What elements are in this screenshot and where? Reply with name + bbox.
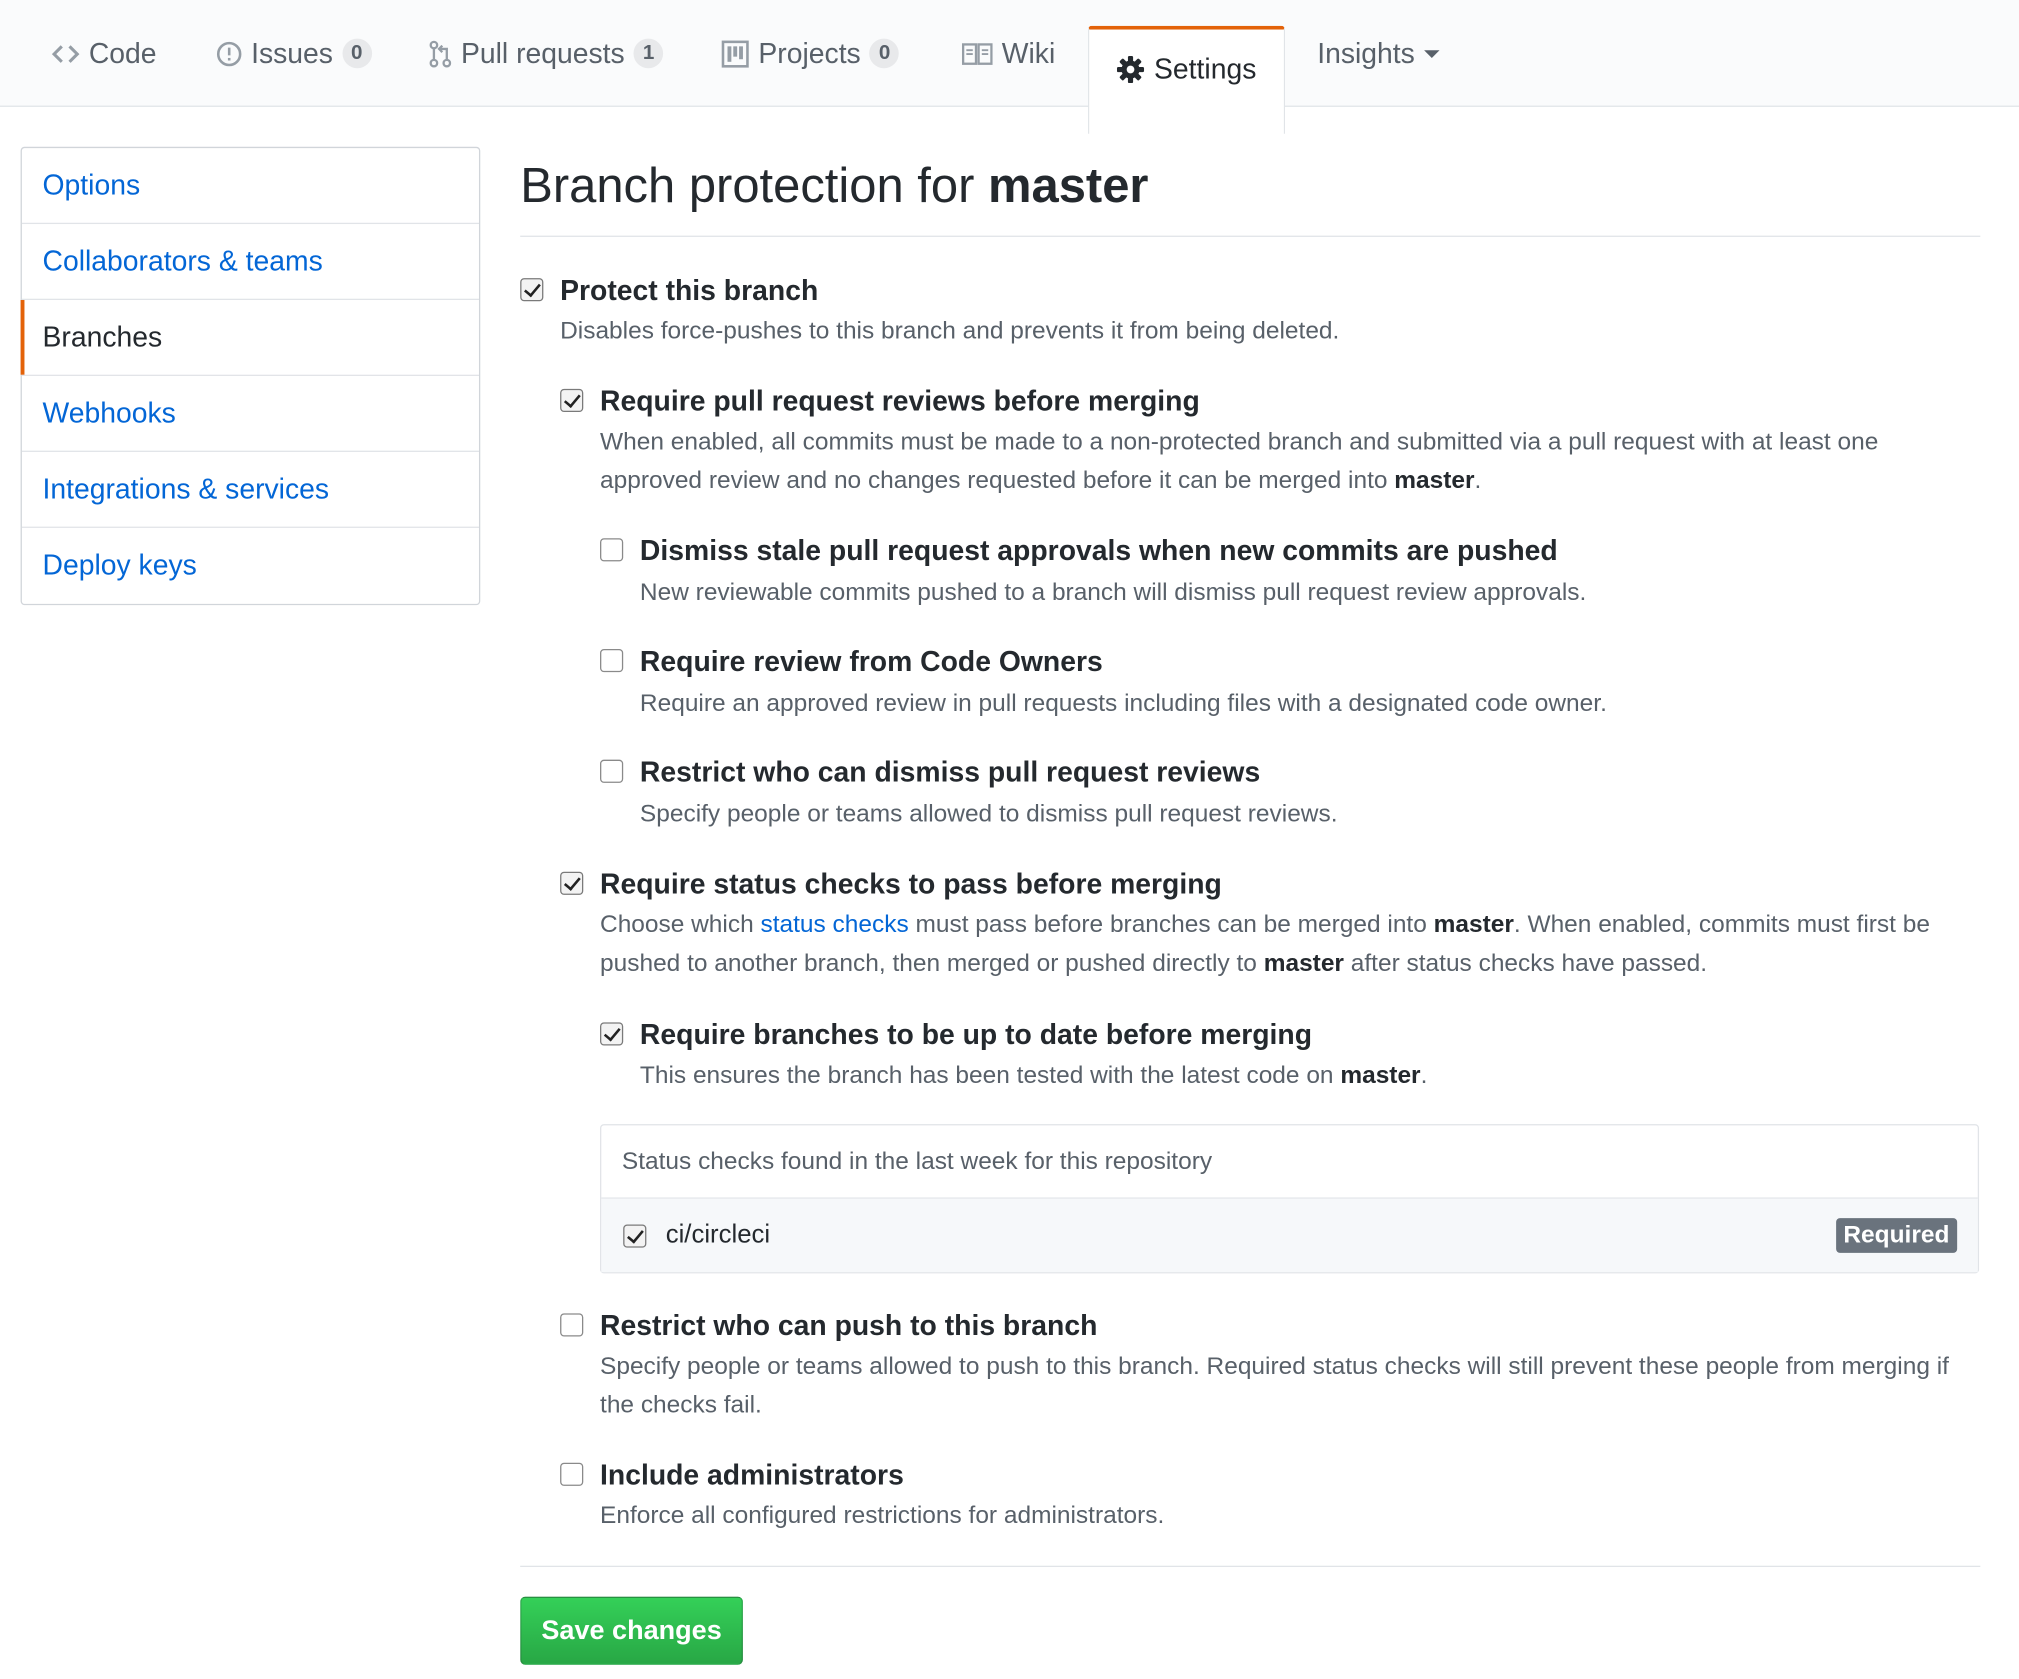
sidebar-item-label: Integrations & services [42,472,330,505]
sidebar-item-label: Options [42,168,141,201]
note-text: . [1474,467,1482,495]
book-icon [961,42,993,65]
up-to-date-note: This ensures the branch has been tested … [640,1057,1427,1096]
tab-label: Settings [1154,52,1257,85]
sidebar-item-options[interactable]: Options [21,148,479,225]
branch-name: master [1433,911,1514,939]
title-prefix: Branch protection for [520,159,988,214]
tab-label: Issues [251,36,333,69]
form-divider [520,1565,1981,1568]
note-text: after status checks have passed. [1343,950,1708,978]
main-content: Branch protection for master [520,147,1981,237]
tab-insights[interactable]: Insights [1317,0,1440,107]
status-check-checkbox[interactable] [623,1224,647,1248]
protect-branch-note: Disables force-pushes to this branch and… [560,318,1340,346]
tab-label: Pull requests [460,36,625,69]
restrict-push-note: Specify people or teams allowed to push … [600,1353,1949,1419]
code-owners-note: Require an approved review in pull reque… [639,690,1607,718]
sidebar-item-collaborators[interactable]: Collaborators & teams [21,224,479,301]
code-owners-checkbox[interactable] [600,648,624,673]
tab-label: Projects [758,36,861,69]
up-to-date-label[interactable]: Require branches to be up to date before… [640,1018,1312,1051]
note-text: must pass before branches can be merged … [908,911,1434,939]
require-reviews-label[interactable]: Require pull request reviews before merg… [600,385,1200,418]
include-admins-note: Enforce all configured restrictions for … [600,1502,1165,1530]
save-changes-button[interactable]: Save changes [520,1596,743,1665]
protect-branch-checkbox[interactable] [520,278,544,302]
sidebar-item-webhooks[interactable]: Webhooks [21,376,479,452]
require-reviews-checkbox[interactable] [560,388,584,413]
gear-icon [1117,55,1145,83]
tab-label: Wiki [1001,36,1056,69]
tab-label: Insights [1317,36,1415,69]
up-to-date-checkbox[interactable] [600,1022,624,1046]
required-badge: Required [1835,1218,1958,1253]
issue-opened-icon [216,41,242,67]
sidebar-item-label: Collaborators & teams [42,244,323,277]
tab-label: Code [88,36,157,69]
branch-name: master [1394,467,1475,495]
sidebar-item-branches[interactable]: Branches [20,300,479,376]
git-pull-request-icon [429,39,452,67]
note-text: Choose which [600,911,761,939]
tab-issues[interactable]: Issues 0 [216,0,372,107]
tab-settings[interactable]: Settings [1088,25,1286,134]
restrict-push-label[interactable]: Restrict who can push to this branch [600,1309,1097,1342]
pull-requests-counter: 1 [633,38,664,69]
repo-tabnav: Code Issues 0 Pull requests 1 Projects 0 [0,0,2019,134]
sidebar-item-label: Webhooks [42,396,176,429]
note-text: When enabled, all commits must be made t… [600,428,1879,495]
title-branch: master [987,159,1149,214]
project-icon [721,39,749,67]
dismiss-stale-label[interactable]: Dismiss stale pull request approvals whe… [640,534,1558,567]
note-text: . [1420,1062,1428,1090]
include-admins-label[interactable]: Include administrators [600,1459,904,1492]
restrict-dismiss-checkbox[interactable] [600,759,624,783]
sidebar-item-deploy-keys[interactable]: Deploy keys [22,528,479,604]
include-admins-checkbox[interactable] [560,1462,584,1486]
branch-name: master [1340,1062,1421,1090]
protect-branch-label[interactable]: Protect this branch [560,274,818,307]
sidebar-item-integrations[interactable]: Integrations & services [21,452,479,528]
status-checks-label[interactable]: Require status checks to pass before mer… [600,868,1222,901]
code-owners-label[interactable]: Require review from Code Owners [640,645,1103,678]
triangle-down-icon [1423,48,1440,58]
status-checks-box: Status checks found in the last week for… [600,1124,1980,1274]
sidebar-item-label: Branches [42,320,163,353]
tab-pull-requests[interactable]: Pull requests 1 [429,0,664,107]
dismiss-stale-checkbox[interactable] [600,538,624,562]
status-checks-link[interactable]: status checks [760,912,908,939]
status-check-row: ci/circleci Required [601,1198,1978,1273]
tab-wiki[interactable]: Wiki [961,0,1056,107]
projects-counter: 0 [869,38,900,69]
code-icon [51,42,80,65]
dismiss-stale-note: New reviewable commits pushed to a branc… [639,579,1587,607]
restrict-push-checkbox[interactable] [560,1313,584,1337]
branch-name: master [1263,950,1344,978]
settings-sidebar: Options Collaborators & teams Branches W… [20,146,481,606]
sidebar-item-label: Deploy keys [42,548,197,581]
restrict-dismiss-label[interactable]: Restrict who can dismiss pull request re… [640,756,1260,789]
restrict-dismiss-note: Specify people or teams allowed to dismi… [639,800,1338,828]
page-title: Branch protection for master [520,147,1981,237]
tab-projects[interactable]: Projects 0 [721,0,900,107]
note-text: This ensures the branch has been tested … [639,1062,1341,1090]
status-checks-checkbox[interactable] [560,871,584,895]
status-check-name[interactable]: ci/circleci [666,1199,770,1272]
status-checks-box-header: Status checks found in the last week for… [601,1125,1978,1199]
tab-code[interactable]: Code [51,0,157,107]
require-reviews-note: When enabled, all commits must be made t… [600,424,1980,501]
issues-counter: 0 [341,38,372,69]
status-checks-note: Choose which status checks must pass bef… [600,906,1980,983]
